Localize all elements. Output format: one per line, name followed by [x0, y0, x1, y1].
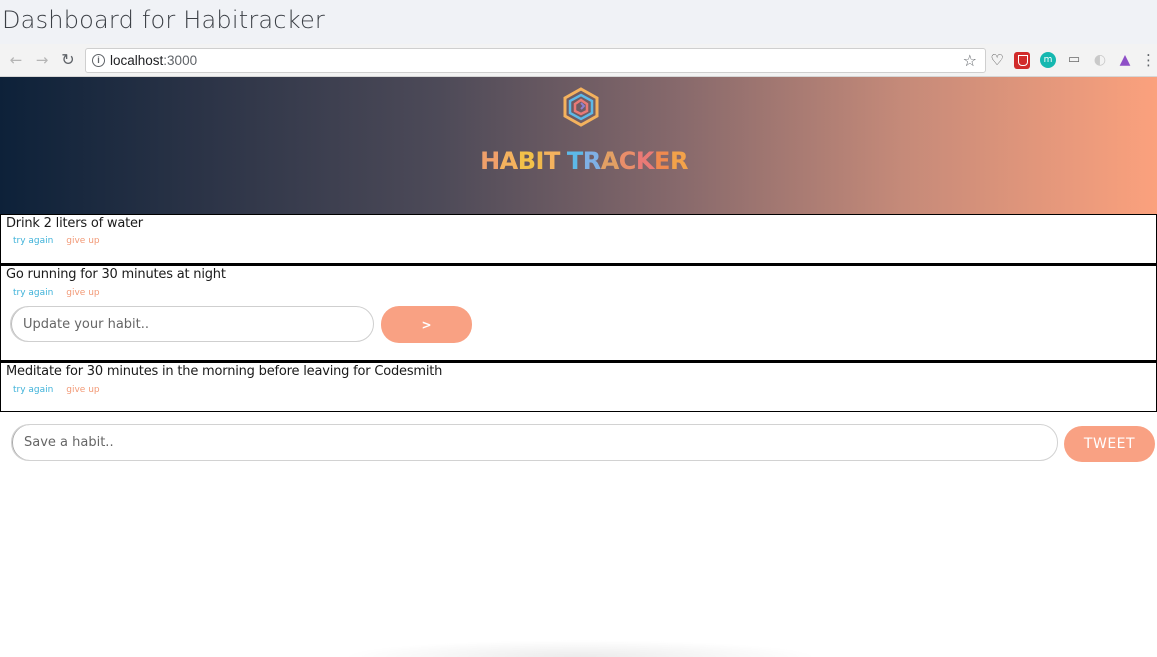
tweet-button[interactable]: TWEET: [1064, 426, 1155, 462]
address-bar[interactable]: i localhost:3000 ☆: [85, 48, 986, 73]
update-habit-input[interactable]: [10, 306, 374, 342]
reload-icon[interactable]: ↻: [58, 50, 78, 70]
url-text[interactable]: localhost:3000: [110, 53, 197, 68]
try-again-link[interactable]: try again: [13, 288, 53, 298]
brand-letter: I: [535, 147, 545, 175]
update-habit-button[interactable]: >: [381, 306, 472, 343]
brand-letter: R: [582, 147, 601, 175]
brand-letter: A: [600, 147, 620, 175]
brand-letter: C: [618, 147, 637, 175]
url-port: :3000: [163, 53, 198, 68]
logo-icon: [563, 87, 599, 127]
habit-text: Go running for 30 minutes at night: [6, 267, 226, 282]
brand-wordmark: HABIT TRACKER: [0, 147, 1157, 175]
habit-text: Meditate for 30 minutes in the morning b…: [6, 364, 443, 379]
habit-actions: try again give up: [13, 288, 100, 298]
try-again-link[interactable]: try again: [13, 236, 53, 246]
bookmark-star-icon[interactable]: ☆: [963, 51, 977, 70]
brand-letter: T: [543, 147, 560, 175]
try-again-link[interactable]: try again: [13, 385, 53, 395]
browser-toolbar: ← → ↻ i localhost:3000 ☆ ♡ m ▭ ◐ ▲ ⋮: [0, 44, 1157, 77]
brand-letter: K: [635, 147, 655, 175]
cast-icon[interactable]: ▭: [1065, 51, 1083, 69]
info-icon[interactable]: i: [92, 54, 105, 67]
grey-extension-icon[interactable]: ◐: [1091, 51, 1109, 69]
habit-actions: try again give up: [13, 236, 100, 246]
header-banner: HABIT TRACKER: [0, 77, 1157, 214]
triangle-extension-icon[interactable]: ▲: [1116, 51, 1134, 69]
give-up-link[interactable]: give up: [66, 288, 99, 298]
heart-extension-icon[interactable]: ♡: [988, 51, 1006, 69]
habit-card: Go running for 30 minutes at night try a…: [0, 264, 1157, 361]
bottom-shadow: [340, 640, 820, 657]
brand-letter: E: [654, 147, 670, 175]
back-arrow-icon[interactable]: ←: [6, 50, 26, 70]
habit-card: Drink 2 liters of water try again give u…: [0, 214, 1157, 264]
brand-letter: T: [566, 147, 583, 175]
brand-letter: A: [499, 147, 519, 175]
habit-text: Drink 2 liters of water: [6, 216, 143, 231]
give-up-link[interactable]: give up: [66, 236, 99, 246]
forward-arrow-icon[interactable]: →: [32, 50, 52, 70]
url-host: localhost: [110, 53, 164, 68]
brand-letter: H: [480, 147, 500, 175]
menu-kebab-icon[interactable]: ⋮: [1141, 51, 1156, 69]
brand-letter: B: [517, 147, 536, 175]
shield-extension-icon[interactable]: [1014, 52, 1030, 69]
m-extension-icon[interactable]: m: [1040, 52, 1056, 68]
habit-actions: try again give up: [13, 385, 100, 395]
give-up-link[interactable]: give up: [66, 385, 99, 395]
page-title: Dashboard for Habitracker: [0, 0, 1157, 44]
habit-card: Meditate for 30 minutes in the morning b…: [0, 361, 1157, 412]
brand-letter: R: [669, 147, 688, 175]
save-habit-input[interactable]: [11, 424, 1058, 461]
